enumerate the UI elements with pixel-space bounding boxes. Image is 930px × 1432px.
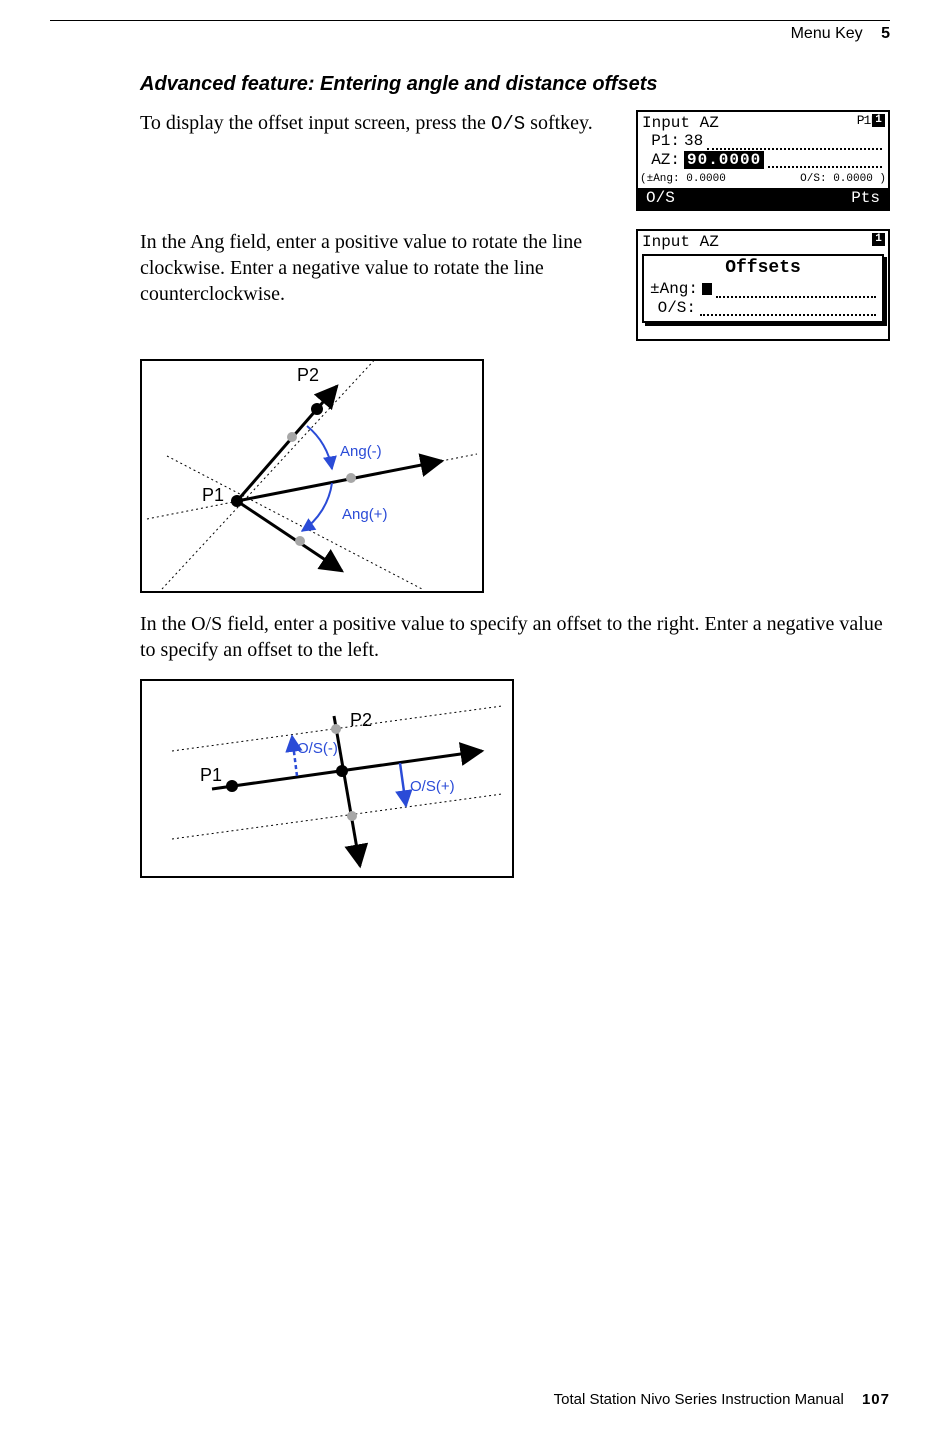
az-label: AZ: (644, 151, 680, 169)
os-input-label: O/S: (650, 299, 696, 317)
page-indicator-icon: 1 (872, 114, 885, 127)
text-cursor-icon (702, 283, 712, 295)
az-value: 90.0000 (684, 151, 764, 169)
page-indicator-icon: 1 (872, 233, 885, 246)
status-line: (±Ang: 0.0000 O/S: 0.0000 ) (638, 171, 888, 188)
running-head: Menu Key 5 (50, 25, 890, 43)
lcd-screen-offsets: 1 Input AZ ⚑ Offsets ±Ang: O/S: (636, 229, 890, 341)
p1-label: P1: (644, 132, 680, 150)
section-heading: Advanced feature: Entering angle and dis… (140, 73, 890, 96)
paragraph-2: In the Ang field, enter a positive value… (140, 229, 620, 307)
paragraph-3: In the O/S field, enter a positive value… (140, 611, 890, 663)
diagram-p1-label: P1 (200, 765, 222, 785)
softkey-os[interactable]: O/S (646, 189, 675, 207)
angle-offset-diagram: P1 P2 Ang(-) Ang(+) (140, 359, 484, 593)
paragraph-1: To display the offset input screen, pres… (140, 110, 620, 137)
manual-title: Total Station Nivo Series Instruction Ma… (554, 1391, 844, 1408)
lcd-screen-input-az: 1 Input AZ P1∎⚑ P1: 38 AZ: 90.0000 (636, 110, 890, 211)
softkey-pts[interactable]: Pts (851, 189, 880, 207)
ang-input-label: ±Ang: (650, 280, 698, 298)
chapter-number: 5 (881, 25, 890, 42)
ang-neg-label: Ang(-) (340, 443, 382, 460)
ang-pos-label: Ang(+) (342, 506, 387, 523)
distance-offset-diagram: P1 P2 O/S(-) O/S(+) (140, 679, 514, 878)
diagram-p1-label: P1 (202, 485, 224, 505)
screen-title: Input AZ (642, 114, 719, 132)
p1-value: 38 (684, 132, 703, 150)
section-name: Menu Key (791, 25, 863, 42)
os-pos-label: O/S(+) (410, 778, 455, 795)
softkey-name: O/S (491, 113, 525, 135)
page-footer: Total Station Nivo Series Instruction Ma… (554, 1391, 890, 1408)
os-neg-label: O/S(-) (297, 740, 338, 757)
offsets-box-title: Offsets (650, 258, 876, 279)
diagram-p2-label: P2 (297, 365, 319, 385)
diagram-p2-label: P2 (350, 710, 372, 730)
softkey-bar: O/S Pts (638, 188, 888, 209)
screen-title: Input AZ (642, 233, 719, 251)
page-number: 107 (862, 1391, 890, 1408)
